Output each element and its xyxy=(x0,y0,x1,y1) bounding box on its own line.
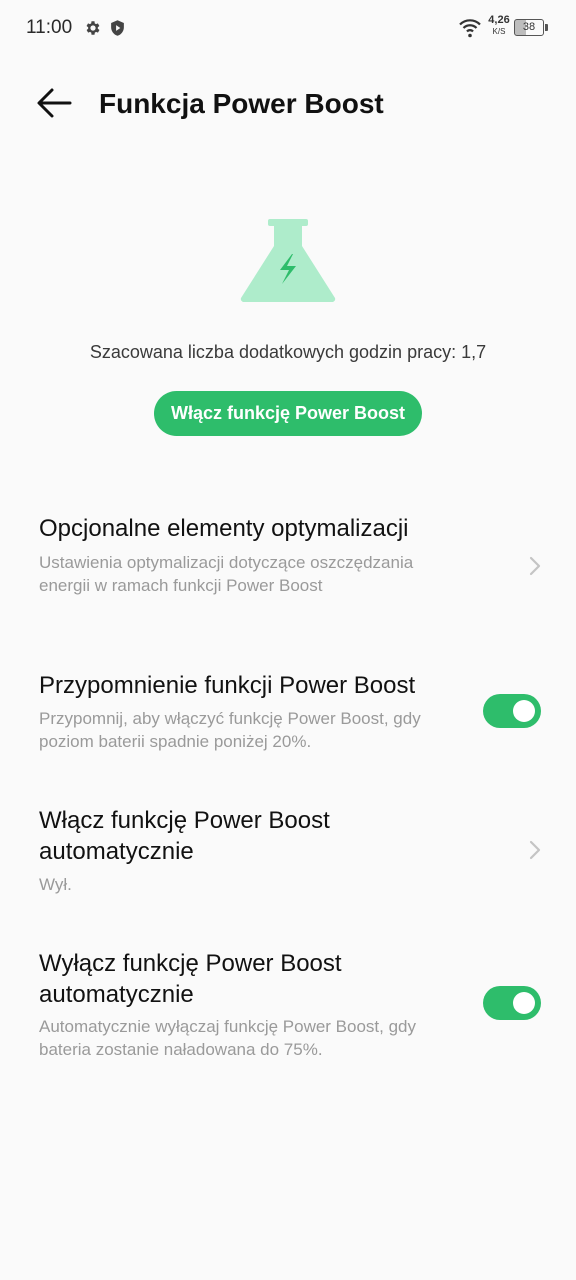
chevron-right-icon xyxy=(529,556,541,576)
row-title: Opcjonalne elementy optymalizacji xyxy=(39,515,409,542)
shield-icon xyxy=(111,20,124,36)
page-title: Funkcja Power Boost xyxy=(99,88,384,119)
chevron-right-icon xyxy=(529,840,541,860)
toggle-knob xyxy=(513,700,535,722)
flask-bolt-icon xyxy=(240,219,336,303)
row-subtitle: Przypomnij, aby włączyć funkcję Power Bo… xyxy=(39,709,421,751)
row-subtitle: Automatycznie wyłączaj funkcję Power Boo… xyxy=(39,1017,417,1059)
status-bar: 11:00 4,26 K/S 38 xyxy=(0,0,576,60)
toggle-knob xyxy=(513,992,535,1014)
settings-row-optimization[interactable]: Opcjonalne elementy optymalizacji Ustawi… xyxy=(0,505,576,630)
row-subtitle: Wył. xyxy=(39,875,72,894)
row-subtitle: Ustawienia optymalizacji dotyczące oszcz… xyxy=(39,553,414,595)
reminder-toggle[interactable] xyxy=(483,694,541,728)
back-button[interactable] xyxy=(30,83,78,123)
settings-row-reminder: Przypomnienie funkcji Power Boost Przypo… xyxy=(0,665,576,765)
app-bar: Funkcja Power Boost xyxy=(0,70,576,140)
wifi-icon xyxy=(459,19,481,38)
row-title: Wyłącz funkcję Power Boost automatycznie xyxy=(39,950,342,1008)
status-time: 11:00 xyxy=(26,17,73,38)
battery-tip xyxy=(545,24,548,31)
settings-row-auto-disable: Wyłącz funkcję Power Boost automatycznie… xyxy=(0,943,576,1073)
gear-icon xyxy=(86,21,100,35)
network-speed-unit: K/S xyxy=(492,27,506,36)
battery-icon: 38 xyxy=(514,19,544,36)
auto-disable-toggle[interactable] xyxy=(483,986,541,1020)
network-speed: 4,26 K/S xyxy=(488,14,510,37)
enable-power-boost-button[interactable]: Włącz funkcję Power Boost xyxy=(154,391,422,436)
settings-row-auto-enable[interactable]: Włącz funkcję Power Boost automatycznie … xyxy=(0,800,576,910)
row-title: Przypomnienie funkcji Power Boost xyxy=(39,672,416,699)
estimated-hours-text: Szacowana liczba dodatkowych godzin prac… xyxy=(89,342,487,362)
row-title: Włącz funkcję Power Boost automatycznie xyxy=(39,807,330,865)
network-speed-value: 4,26 xyxy=(488,14,510,26)
arrow-left-icon xyxy=(37,88,72,118)
battery-level: 38 xyxy=(522,21,536,33)
